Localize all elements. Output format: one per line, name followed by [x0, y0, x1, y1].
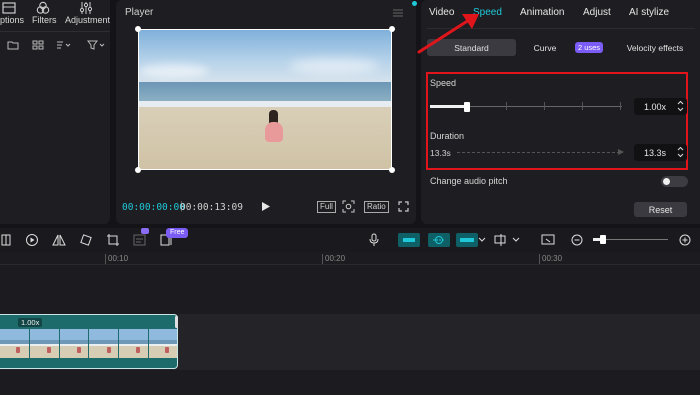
- speed-tick: [506, 102, 507, 110]
- edit-toolbar: Free: [0, 228, 700, 252]
- speed-slider-fill: [430, 105, 468, 108]
- tab-ai-stylize[interactable]: AI stylize: [629, 7, 669, 18]
- filter-funnel-icon[interactable]: [87, 40, 107, 50]
- timeline[interactable]: 00:10 00:20 00:30 1.00x: [0, 252, 700, 395]
- thumb-person: [165, 347, 169, 353]
- sort-icon[interactable]: [56, 40, 72, 50]
- uses-badge: 2 uses: [575, 42, 603, 53]
- grid-view-icon[interactable]: [32, 40, 44, 50]
- thumb-person: [107, 347, 111, 353]
- duration-arrow-line: [457, 152, 620, 153]
- thumbnail: [149, 329, 177, 358]
- speed-tick: [544, 102, 545, 110]
- speed-slider-thumb[interactable]: [464, 102, 470, 112]
- total-time: 00:00:13:09: [180, 202, 243, 213]
- speed-tick: [620, 102, 621, 110]
- person-body: [265, 122, 283, 142]
- zoom-out-icon[interactable]: [570, 233, 584, 247]
- crop-handle[interactable]: [135, 26, 141, 32]
- duration-from: 13.3s: [430, 148, 451, 158]
- freeze-icon[interactable]: [25, 233, 39, 247]
- media-panel: ptions Filters Adjustment: [0, 0, 110, 224]
- tab-adjust[interactable]: Adjust: [583, 7, 611, 18]
- crop-handle[interactable]: [389, 167, 395, 173]
- stepper-arrows-icon[interactable]: [677, 146, 684, 158]
- mode-velocity-effects[interactable]: Velocity effects: [611, 39, 699, 56]
- audio-pitch-label: Change audio pitch: [430, 176, 508, 186]
- ratio-button[interactable]: Ratio: [364, 201, 389, 213]
- thumbnail: [89, 329, 119, 358]
- player-title: Player: [125, 7, 154, 18]
- options-icon[interactable]: [2, 2, 16, 14]
- ruler-mark: [322, 254, 323, 264]
- zoom-in-icon[interactable]: [678, 233, 692, 247]
- filters-icon[interactable]: [36, 1, 50, 15]
- duration-label: Duration: [430, 131, 465, 141]
- arrow-right-icon: [618, 149, 624, 155]
- thumb-person: [136, 347, 140, 353]
- thumb-person: [16, 347, 20, 353]
- divider: [0, 31, 110, 32]
- crop-tool-icon[interactable]: [106, 233, 120, 247]
- crop-handle[interactable]: [389, 26, 395, 32]
- adjustment-tab[interactable]: Adjustment: [65, 15, 110, 25]
- speed-value[interactable]: 1.00x: [644, 102, 666, 112]
- chevron-down-icon[interactable]: [478, 237, 486, 243]
- reset-button[interactable]: Reset: [634, 202, 687, 217]
- cloud: [139, 64, 209, 78]
- adjustment-icon[interactable]: [79, 1, 93, 15]
- tab-animation[interactable]: Animation: [520, 7, 564, 18]
- thumbnail: [29, 329, 59, 358]
- chevron-down-icon[interactable]: [512, 237, 520, 243]
- thumb-person: [47, 347, 51, 353]
- stepper-arrows-icon[interactable]: [677, 100, 684, 112]
- crop-icon[interactable]: [342, 200, 355, 213]
- ruler-label: 00:10: [108, 254, 129, 263]
- notification-dot: [412, 1, 417, 6]
- split-icon[interactable]: [1, 234, 11, 246]
- options-tab[interactable]: ptions: [0, 15, 24, 25]
- video-clip[interactable]: 1.00x: [0, 314, 178, 369]
- thumbnail: [0, 329, 29, 358]
- mirror-icon[interactable]: [52, 233, 66, 247]
- crop-handle[interactable]: [135, 167, 141, 173]
- fit-icon[interactable]: [541, 233, 555, 247]
- free-badge: Free: [166, 228, 189, 238]
- video-preview[interactable]: [138, 29, 392, 170]
- toggle-knob: [663, 178, 670, 185]
- ruler-mark: [105, 254, 106, 264]
- rotate-icon[interactable]: [79, 233, 93, 247]
- cover-icon[interactable]: [494, 233, 510, 247]
- filters-tab[interactable]: Filters: [32, 15, 57, 25]
- ruler-label: 00:20: [325, 254, 346, 263]
- annotation-arrow: [417, 14, 479, 54]
- fullscreen-icon[interactable]: [398, 201, 409, 212]
- ai-edit-icon[interactable]: [133, 233, 147, 247]
- full-button[interactable]: Full: [317, 201, 336, 213]
- zoom-slider-thumb[interactable]: [600, 235, 606, 244]
- link-track-icon: [403, 238, 415, 242]
- menu-icon[interactable]: [392, 8, 404, 18]
- ai-diamond-icon: [141, 228, 149, 234]
- cloud: [289, 58, 379, 74]
- player-panel: Player 00:00:00:00 | 00:00:13:09 Full Ra…: [116, 0, 417, 224]
- import-folder-icon[interactable]: [7, 40, 19, 50]
- speed-label: Speed: [430, 78, 457, 88]
- mode-curve[interactable]: Curve: [521, 39, 569, 56]
- clip-trim-handle[interactable]: [175, 316, 178, 328]
- play-icon[interactable]: [261, 201, 271, 212]
- ruler-label: 00:30: [542, 254, 563, 263]
- thumbnail: [119, 329, 149, 358]
- current-time: 00:00:00:00: [122, 202, 185, 213]
- thumb-person: [77, 347, 81, 353]
- clip-speed-badge: 1.00x: [18, 318, 43, 327]
- ruler-mark: [539, 254, 540, 264]
- microphone-icon[interactable]: [368, 233, 380, 247]
- clip-thumbnails: [0, 329, 177, 358]
- speed-tick: [582, 102, 583, 110]
- snap-icon: [433, 236, 445, 244]
- duration-to[interactable]: 13.3s: [644, 148, 666, 158]
- preview-axis-icon: [460, 238, 474, 242]
- thumbnail: [59, 329, 89, 358]
